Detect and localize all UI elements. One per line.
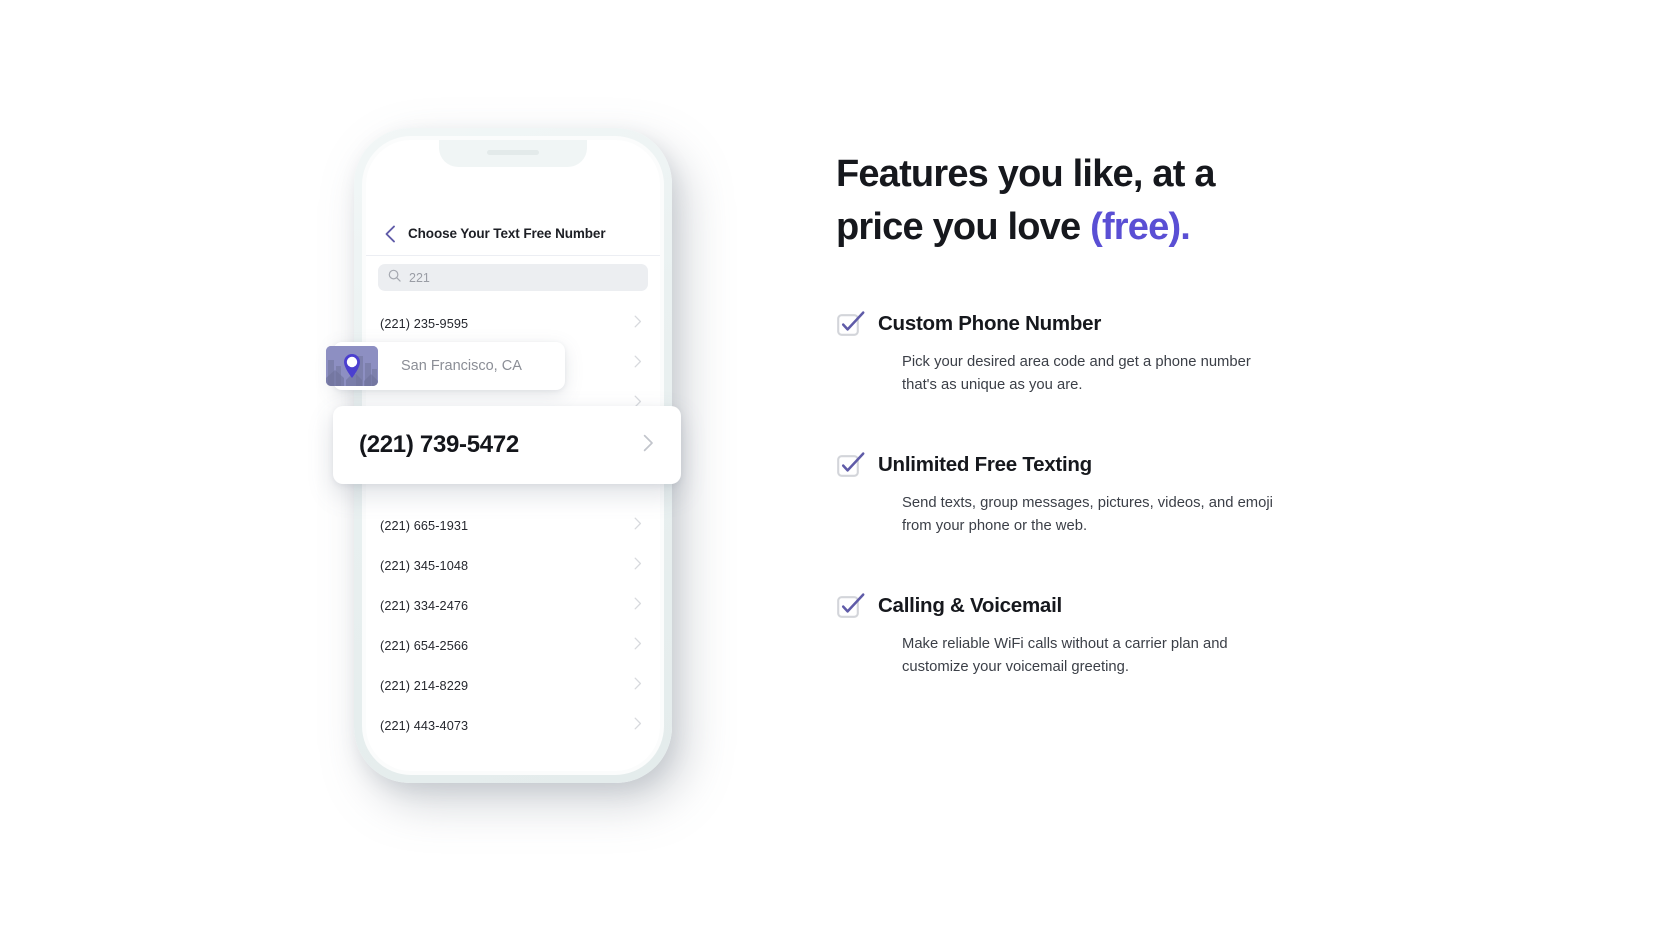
feature-description: Make reliable WiFi calls without a carri…	[902, 636, 1228, 675]
table-row[interactable]: (221) 214-8229	[378, 666, 648, 706]
page-title: Features you like, at a price you love (…	[836, 148, 1276, 254]
search-input[interactable]: 221	[378, 264, 648, 291]
table-row[interactable]: (221) 654-2566	[378, 626, 648, 666]
search-bar-container: 221	[366, 264, 660, 291]
chevron-right-icon	[634, 315, 642, 333]
feature-heading-row: Unlimited Free Texting	[836, 450, 1306, 480]
feature-title: Calling & Voicemail	[878, 594, 1062, 617]
chevron-right-icon	[634, 717, 642, 735]
chevron-right-icon	[634, 557, 642, 575]
notch-speaker-icon	[487, 150, 539, 155]
headline-line-1: Features you like, at a	[836, 153, 1215, 195]
phone-number-value: (221) 654-2566	[380, 639, 469, 653]
headline-accent: (free).	[1090, 206, 1191, 248]
highlighted-number-card[interactable]: (221) 739-5472	[333, 406, 681, 484]
feature-item-custom-phone-number: Custom Phone Number Pick your desired ar…	[836, 309, 1306, 397]
location-card[interactable]: San Francisco, CA	[326, 342, 565, 390]
chevron-right-icon	[634, 355, 642, 373]
feature-title: Custom Phone Number	[878, 312, 1102, 335]
landing-page-section: Choose Your Text Free Number 221 (221) 2…	[0, 0, 1664, 935]
search-input-value: 221	[409, 270, 430, 285]
checkbox-checked-icon	[836, 591, 866, 621]
feature-heading-row: Custom Phone Number	[836, 309, 1306, 339]
features-column: Features you like, at a price you love (…	[836, 148, 1306, 679]
table-row[interactable]: (221) 345-1048	[378, 546, 648, 586]
phone-number-value: (221) 665-1931	[380, 519, 469, 533]
app-title: Choose Your Text Free Number	[408, 226, 606, 241]
phone-notch	[439, 140, 587, 167]
map-thumbnail	[326, 346, 378, 386]
checkbox-checked-icon	[836, 450, 866, 480]
chevron-right-icon	[634, 517, 642, 535]
table-row[interactable]: (221) 235-9595	[378, 304, 648, 344]
location-card-label: San Francisco, CA	[401, 358, 522, 374]
feature-item-calling-and-voicemail: Calling & Voicemail Make reliable WiFi c…	[836, 591, 1306, 679]
chevron-right-icon	[634, 677, 642, 695]
chevron-left-icon[interactable]	[378, 222, 402, 246]
phone-number-value: (221) 443-4073	[380, 719, 469, 733]
table-row[interactable]: (221) 665-1931	[378, 506, 648, 546]
chevron-right-icon	[634, 597, 642, 615]
table-row[interactable]: (221) 443-4073	[378, 706, 648, 746]
feature-title: Unlimited Free Texting	[878, 453, 1092, 476]
feature-heading-row: Calling & Voicemail	[836, 591, 1306, 621]
phone-number-value: (221) 235-9595	[380, 317, 469, 331]
search-icon	[388, 269, 401, 287]
checkbox-checked-icon	[836, 309, 866, 339]
feature-description: Send texts, group messages, pictures, vi…	[902, 495, 1273, 534]
app-header: Choose Your Text Free Number	[366, 212, 660, 256]
phone-number-value: (221) 334-2476	[380, 599, 469, 613]
highlighted-number-value: (221) 739-5472	[359, 431, 519, 458]
phone-number-value: (221) 214-8229	[380, 679, 469, 693]
chevron-right-icon	[643, 434, 654, 457]
chevron-right-icon	[634, 637, 642, 655]
feature-item-unlimited-free-texting: Unlimited Free Texting Send texts, group…	[836, 450, 1306, 538]
phone-mockup: Choose Your Text Free Number 221 (221) 2…	[326, 118, 681, 798]
features-list: Custom Phone Number Pick your desired ar…	[836, 309, 1306, 679]
feature-description: Pick your desired area code and get a ph…	[902, 354, 1251, 393]
phone-number-value: (221) 345-1048	[380, 559, 469, 573]
table-row[interactable]: (221) 334-2476	[378, 586, 648, 626]
headline-line-2-plain: price you love	[836, 206, 1091, 248]
